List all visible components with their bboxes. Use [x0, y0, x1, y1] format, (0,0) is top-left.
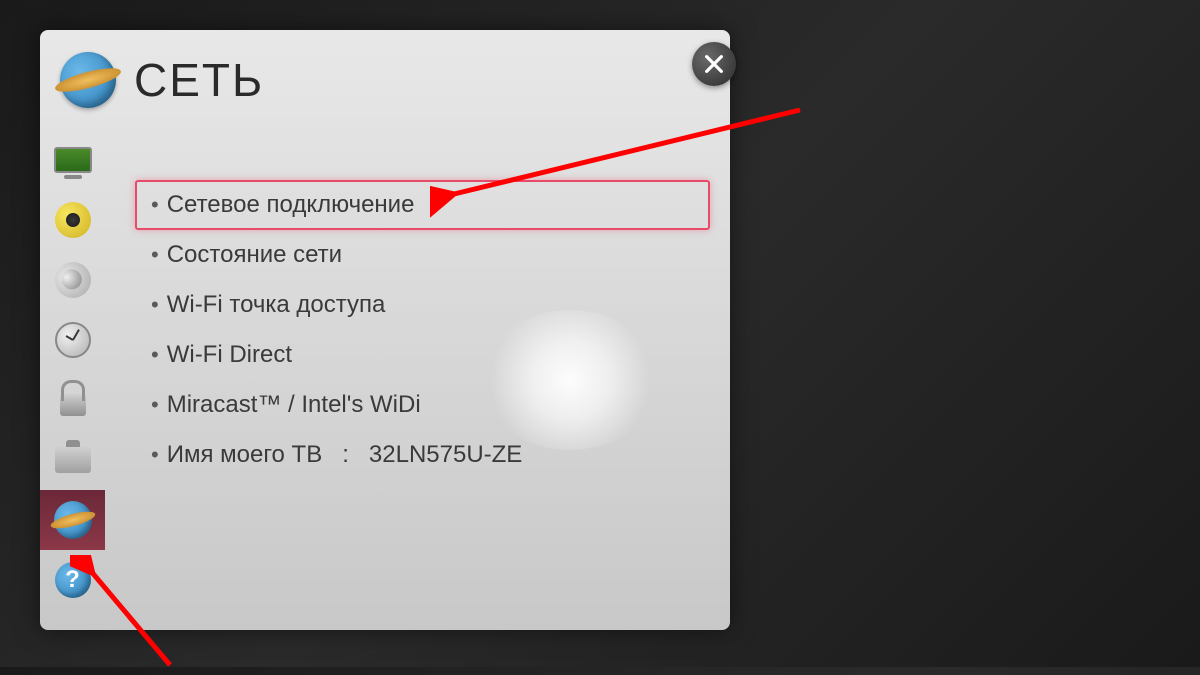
page-title: СЕТЬ: [134, 53, 264, 107]
network-icon: [54, 501, 92, 539]
menu-item-tv-name[interactable]: • Имя моего ТВ : 32LN575U-ZE: [135, 430, 710, 480]
monitor-icon: [54, 147, 92, 173]
bullet-icon: •: [151, 242, 159, 268]
separator: :: [342, 441, 349, 469]
menu-list: • Сетевое подключение • Состояние сети •…: [105, 130, 730, 630]
window-header: СЕТЬ: [40, 30, 730, 130]
sidebar-item-general[interactable]: [40, 430, 105, 490]
help-icon: ?: [55, 562, 91, 598]
menu-label: Wi-Fi точка доступа: [167, 291, 694, 319]
menu-label: Wi-Fi Direct: [167, 341, 694, 369]
content-area: ? • Сетевое подключение • Состояние сети…: [40, 130, 730, 630]
sidebar-item-sound[interactable]: [40, 190, 105, 250]
close-icon: [703, 53, 725, 75]
sidebar-item-network[interactable]: [40, 490, 105, 550]
bullet-icon: •: [151, 292, 159, 318]
menu-label: Состояние сети: [167, 241, 694, 269]
settings-sidebar: ?: [40, 130, 105, 630]
menu-item-network-connection[interactable]: • Сетевое подключение: [135, 180, 710, 230]
settings-window: СЕТЬ ?: [40, 30, 730, 630]
speaker-icon: [55, 202, 91, 238]
menu-item-wifi-direct[interactable]: • Wi-Fi Direct: [135, 330, 710, 380]
menu-item-wifi-hotspot[interactable]: • Wi-Fi точка доступа: [135, 280, 710, 330]
lock-icon: [60, 394, 86, 416]
briefcase-icon: [55, 447, 91, 473]
bullet-icon: •: [151, 392, 159, 418]
menu-value: 32LN575U-ZE: [369, 441, 522, 469]
sidebar-item-support[interactable]: ?: [40, 550, 105, 610]
network-globe-icon: [60, 52, 116, 108]
menu-label: Сетевое подключение: [167, 191, 694, 219]
menu-item-network-status[interactable]: • Состояние сети: [135, 230, 710, 280]
satellite-icon: [49, 257, 95, 303]
bullet-icon: •: [151, 192, 159, 218]
sidebar-item-lock[interactable]: [40, 370, 105, 430]
menu-label: Имя моего ТВ: [167, 441, 323, 469]
sidebar-item-time[interactable]: [40, 310, 105, 370]
menu-item-miracast[interactable]: • Miracast™ / Intel's WiDi: [135, 380, 710, 430]
clock-icon: [55, 322, 91, 358]
close-button[interactable]: [692, 42, 736, 86]
bullet-icon: •: [151, 442, 159, 468]
sidebar-item-picture[interactable]: [40, 130, 105, 190]
bullet-icon: •: [151, 342, 159, 368]
sidebar-item-channels[interactable]: [40, 250, 105, 310]
menu-label: Miracast™ / Intel's WiDi: [167, 391, 694, 419]
